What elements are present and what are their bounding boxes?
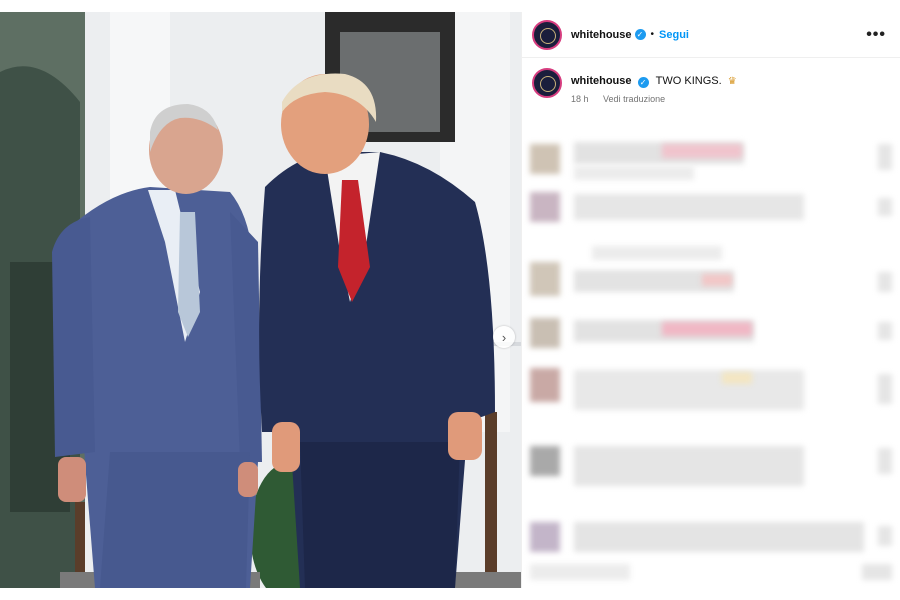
caption-avatar[interactable] (532, 68, 562, 98)
separator-dot: • (650, 29, 655, 40)
post-timestamp: 18 h (571, 94, 589, 104)
chevron-right-icon: › (501, 329, 507, 345)
instagram-post: › whitehouse ✓ • Segui ••• whitehouse ✓ … (0, 12, 900, 590)
follow-button[interactable]: Segui (659, 29, 689, 41)
verified-badge-icon: ✓ (634, 29, 646, 40)
post-sidebar: whitehouse ✓ • Segui ••• whitehouse ✓ TW… (521, 12, 900, 588)
caption-verified-badge-icon: ✓ (637, 77, 649, 88)
caption: whitehouse ✓ TWO KINGS. ♛ 18 h Vedi trad… (522, 58, 900, 104)
post-photo-image (0, 12, 521, 588)
carousel-next-button[interactable]: › (493, 326, 515, 348)
more-options-icon[interactable]: ••• (866, 26, 886, 44)
crown-icon: ♛ (727, 76, 737, 87)
caption-meta: 18 h Vedi traduzione (571, 94, 737, 104)
post-photo[interactable]: › (0, 12, 521, 588)
post-header: whitehouse ✓ • Segui ••• (522, 12, 900, 58)
avatar[interactable] (532, 19, 562, 50)
username-link[interactable]: whitehouse (571, 29, 632, 41)
caption-username-link[interactable]: whitehouse (571, 75, 632, 87)
caption-text: TWO KINGS. (655, 75, 722, 87)
blurred-comments (522, 122, 900, 588)
see-translation-link[interactable]: Vedi traduzione (603, 94, 665, 104)
